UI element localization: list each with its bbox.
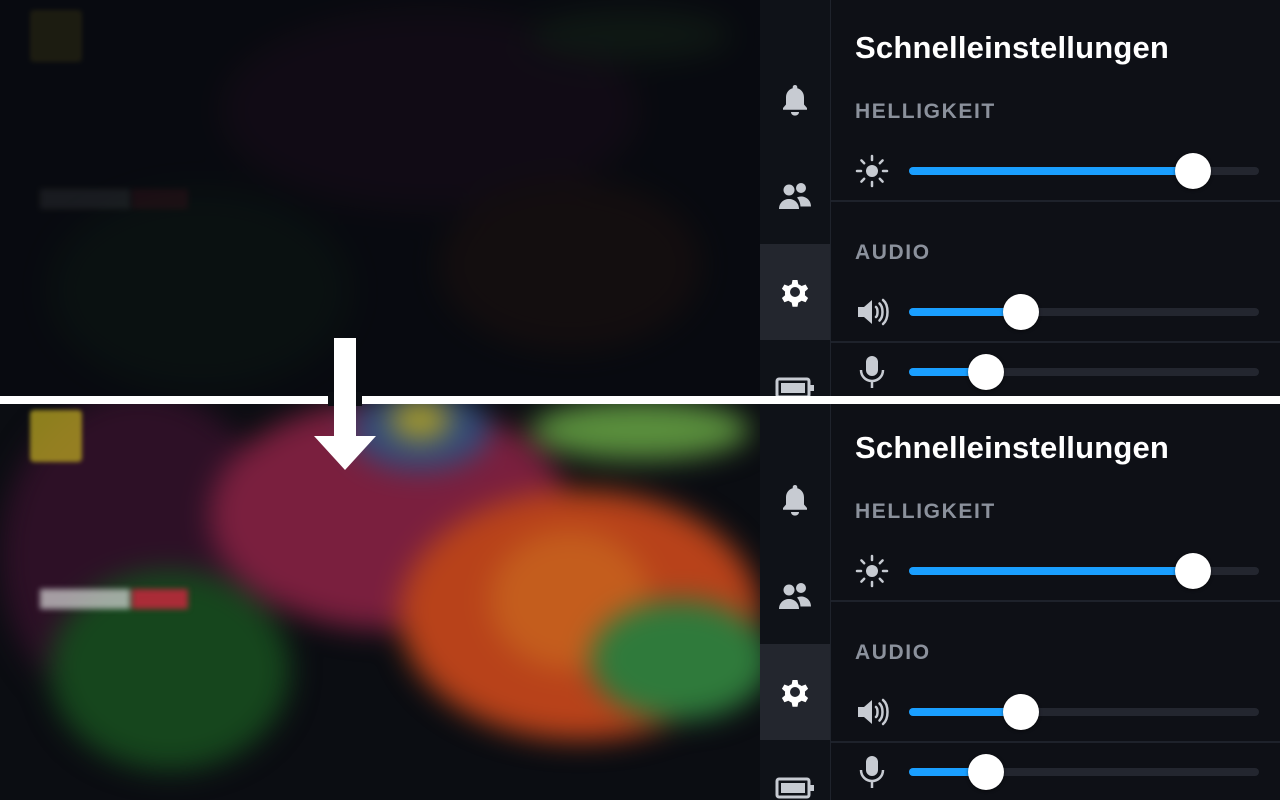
friends-icon [779,183,811,209]
nav-settings[interactable] [760,244,830,340]
brightness-slider[interactable] [909,153,1259,189]
microphone-icon [855,356,889,388]
speaker-icon [855,696,889,728]
audio-label: AUDIO [855,641,931,664]
screenshot-after: Schnelleinstellungen HELLIGKEIT AUDIO [0,400,1280,800]
quick-settings-panel: Schnelleinstellungen HELLIGKEIT AUDIO [831,0,1280,400]
game-background [0,0,760,400]
nav-notifications[interactable] [760,452,830,548]
game-logo [40,185,190,213]
quick-settings-panel: Schnelleinstellungen HELLIGKEIT AUDIO [831,400,1280,800]
game-background [0,400,760,800]
arrow-down-icon [314,338,376,470]
panel-title: Schnelleinstellungen [855,430,1170,465]
microphone-slider[interactable] [909,754,1259,790]
microphone-slider[interactable] [909,354,1259,390]
audio-label: AUDIO [855,241,931,264]
battery-icon [775,777,814,799]
brightness-slider-row [831,551,1280,591]
nav-settings[interactable] [760,644,830,740]
mic-slider-row [831,752,1280,792]
panel-title: Schnelleinstellungen [855,30,1170,65]
sun-icon [855,154,889,188]
game-badge [30,410,82,462]
gear-icon [781,280,809,307]
volume-slider-knob[interactable] [1003,294,1039,330]
brightness-slider-knob[interactable] [1174,553,1211,589]
nav-friends[interactable] [760,548,830,644]
speaker-icon [855,296,889,328]
volume-slider-row [831,292,1280,332]
brightness-slider[interactable] [909,553,1259,589]
microphone-slider-knob[interactable] [968,754,1004,790]
mic-slider-row [831,352,1280,392]
bell-icon [783,85,807,116]
volume-slider-knob[interactable] [1003,694,1039,730]
separator [831,200,1280,202]
volume-slider[interactable] [909,694,1259,730]
separator [831,600,1280,602]
nav-battery[interactable] [760,740,830,800]
volume-slider-row [831,692,1280,732]
side-nav [760,400,831,800]
brightness-slider-row [831,151,1280,191]
comparison-divider [0,396,1280,404]
friends-icon [779,583,811,609]
sun-icon [855,554,889,588]
game-logo [40,585,190,613]
nav-notifications[interactable] [760,52,830,148]
screenshot-before: Schnelleinstellungen HELLIGKEIT AUDIO [0,0,1280,400]
game-badge [30,10,82,62]
brightness-label: HELLIGKEIT [855,500,996,523]
nav-battery[interactable] [760,340,830,400]
volume-slider[interactable] [909,294,1259,330]
microphone-slider-knob[interactable] [968,354,1004,390]
brightness-label: HELLIGKEIT [855,100,996,123]
gear-icon [781,680,809,707]
microphone-icon [855,756,889,788]
brightness-slider-knob[interactable] [1174,153,1211,189]
separator [831,741,1280,743]
nav-friends[interactable] [760,148,830,244]
side-nav [760,0,831,400]
separator [831,341,1280,343]
bell-icon [783,485,807,516]
